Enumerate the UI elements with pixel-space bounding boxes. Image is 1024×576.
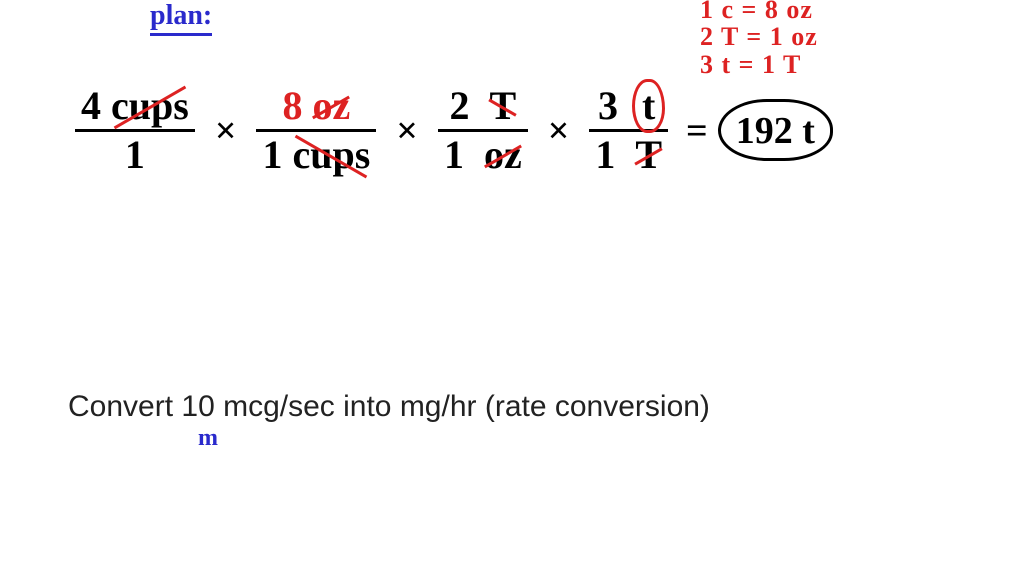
f4-den-val: 1 xyxy=(595,132,615,177)
f1-den-val: 1 xyxy=(125,132,145,177)
fraction-2: 8 oz 1 cups xyxy=(256,85,376,176)
f2-num-val: 8 xyxy=(282,83,302,128)
conversion-line-2: 2 T = 1 oz xyxy=(700,22,818,52)
f3-num-val: 2 xyxy=(449,83,469,128)
f1-num-val: 4 xyxy=(81,83,101,128)
f2-den-val: 1 xyxy=(262,132,282,177)
plan-label: plan: xyxy=(150,0,212,32)
times-3: × xyxy=(546,109,572,153)
fraction-3: 2 T 1 oz xyxy=(438,85,528,176)
times-2: × xyxy=(394,109,420,153)
f4-num-val: 3 xyxy=(598,83,618,128)
f3-num-unit: T xyxy=(489,85,516,127)
conversion-line-3: 3 t = 1 T xyxy=(700,50,801,80)
problem-text: Convert 10 mcg/sec into mg/hr (rate conv… xyxy=(68,390,710,424)
f1-num-unit: cups xyxy=(111,85,189,127)
result: 192 t xyxy=(726,109,825,153)
equals-sign: = xyxy=(686,109,708,153)
f4-num-unit: t xyxy=(638,85,659,127)
f2-den-unit: cups xyxy=(292,134,370,176)
fraction-4: 3 t 1 T xyxy=(589,85,668,176)
plan-text: plan: xyxy=(150,0,212,36)
f3-den-val: 1 xyxy=(444,132,464,177)
f3-den-unit: oz xyxy=(484,134,522,176)
problem-note: m xyxy=(198,425,218,452)
f2-num-unit: oz xyxy=(312,85,350,127)
dimensional-analysis-equation: 4 cups 1 × 8 oz 1 cups × 2 T 1 oz × xyxy=(75,85,825,176)
times-1: × xyxy=(213,109,239,153)
f4-den-unit: T xyxy=(635,134,662,176)
fraction-1: 4 cups 1 xyxy=(75,85,195,176)
